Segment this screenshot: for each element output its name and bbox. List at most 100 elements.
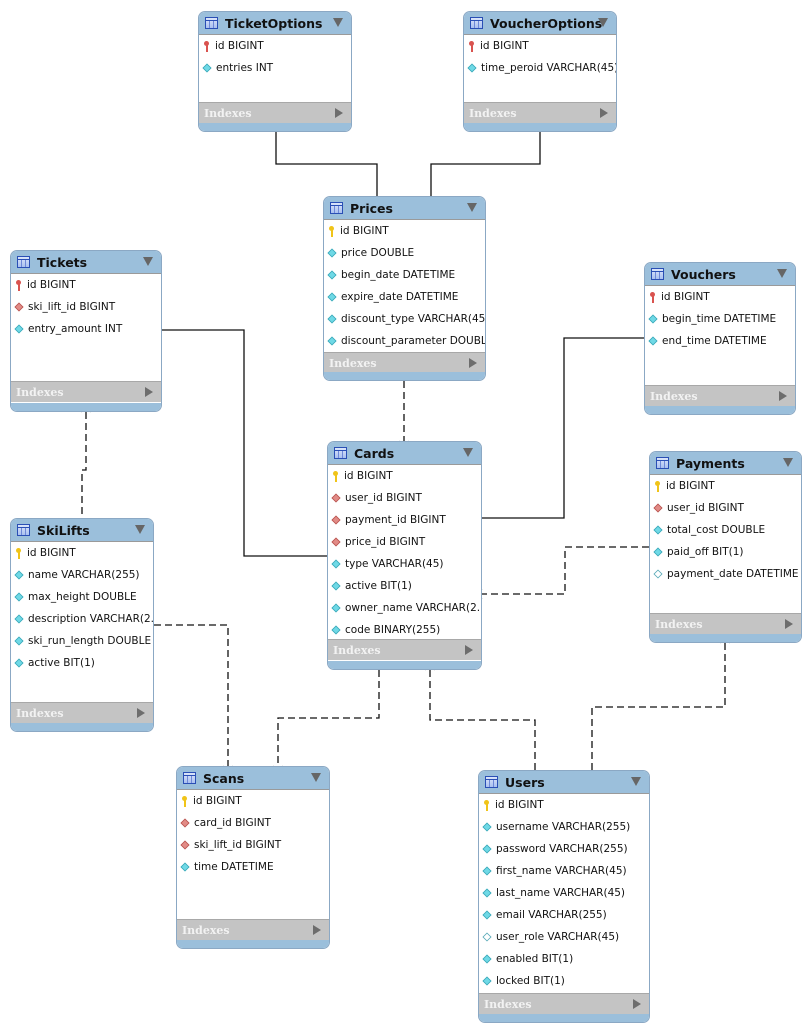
column-row[interactable]: code BINARY(255) bbox=[328, 619, 481, 641]
table-tickets[interactable]: Tickets id BIGINT ski_lift_id BIGINT entry_… bbox=[10, 250, 162, 412]
collapse-caret-icon[interactable] bbox=[311, 773, 321, 782]
indexes-section[interactable]: Indexes bbox=[11, 702, 153, 723]
column-row[interactable]: owner_name VARCHAR(2... bbox=[328, 597, 481, 619]
column-row[interactable]: price DOUBLE bbox=[324, 242, 485, 264]
expand-arrow-icon[interactable] bbox=[335, 108, 343, 118]
table-payments[interactable]: Payments id BIGINT user_id BIGINT total_cos… bbox=[649, 451, 802, 643]
relationship-skilifts-tickets[interactable] bbox=[81, 412, 87, 518]
column-row[interactable]: discount_parameter DOUBLE bbox=[324, 330, 485, 352]
column-row[interactable]: user_id BIGINT bbox=[650, 497, 801, 519]
collapse-caret-icon[interactable] bbox=[135, 525, 145, 534]
collapse-caret-icon[interactable] bbox=[631, 777, 641, 786]
expand-arrow-icon[interactable] bbox=[145, 387, 153, 397]
table-header[interactable]: SkiLifts bbox=[11, 519, 153, 542]
expand-arrow-icon[interactable] bbox=[600, 108, 608, 118]
table-scans[interactable]: Scans id BIGINT card_id BIGINT ski_lift_id … bbox=[176, 766, 330, 949]
column-row[interactable]: user_role VARCHAR(45) bbox=[479, 926, 649, 948]
column-row[interactable]: price_id BIGINT bbox=[328, 531, 481, 553]
table-voucheroptions[interactable]: VoucherOptions id BIGINT time_peroid VARCH… bbox=[463, 11, 617, 132]
column-row[interactable]: paid_off BIT(1) bbox=[650, 541, 801, 563]
column-row[interactable]: active BIT(1) bbox=[328, 575, 481, 597]
column-row[interactable]: id BIGINT bbox=[479, 794, 649, 816]
column-row[interactable]: enabled BIT(1) bbox=[479, 948, 649, 970]
expand-arrow-icon[interactable] bbox=[779, 391, 787, 401]
column-row[interactable]: id BIGINT bbox=[464, 35, 616, 57]
collapse-caret-icon[interactable] bbox=[143, 257, 153, 266]
column-row[interactable]: id BIGINT bbox=[328, 465, 481, 487]
indexes-section[interactable]: Indexes bbox=[464, 102, 616, 123]
column-row[interactable]: discount_type VARCHAR(45) bbox=[324, 308, 485, 330]
table-header[interactable]: VoucherOptions bbox=[464, 12, 616, 35]
column-row[interactable]: id BIGINT bbox=[650, 475, 801, 497]
table-header[interactable]: Vouchers bbox=[645, 263, 795, 286]
column-row[interactable]: begin_date DATETIME bbox=[324, 264, 485, 286]
collapse-caret-icon[interactable] bbox=[467, 203, 477, 212]
column-row[interactable]: time_peroid VARCHAR(45) bbox=[464, 57, 616, 79]
expand-arrow-icon[interactable] bbox=[469, 358, 477, 368]
collapse-caret-icon[interactable] bbox=[783, 458, 793, 467]
relationship-payments-cards[interactable] bbox=[482, 546, 649, 595]
indexes-section[interactable]: Indexes bbox=[11, 381, 161, 402]
indexes-section[interactable]: Indexes bbox=[199, 102, 351, 123]
relationship-vouchers-cards[interactable] bbox=[482, 337, 644, 519]
table-header[interactable]: Cards bbox=[328, 442, 481, 465]
column-row[interactable]: id BIGINT bbox=[199, 35, 351, 57]
expand-arrow-icon[interactable] bbox=[785, 619, 793, 629]
column-row[interactable]: username VARCHAR(255) bbox=[479, 816, 649, 838]
relationship-users-cards[interactable] bbox=[429, 670, 536, 770]
column-row[interactable]: type VARCHAR(45) bbox=[328, 553, 481, 575]
column-row[interactable]: max_height DOUBLE bbox=[11, 586, 153, 608]
column-row[interactable]: last_name VARCHAR(45) bbox=[479, 882, 649, 904]
table-vouchers[interactable]: Vouchers id BIGINT begin_time DATETIME end_… bbox=[644, 262, 796, 415]
expand-arrow-icon[interactable] bbox=[465, 645, 473, 655]
column-row[interactable]: total_cost DOUBLE bbox=[650, 519, 801, 541]
expand-arrow-icon[interactable] bbox=[313, 925, 321, 935]
column-row[interactable]: email VARCHAR(255) bbox=[479, 904, 649, 926]
column-row[interactable]: active BIT(1) bbox=[11, 652, 153, 674]
table-skilifts[interactable]: SkiLifts id BIGINT name VARCHAR(255) max_he… bbox=[10, 518, 154, 732]
column-row[interactable]: name VARCHAR(255) bbox=[11, 564, 153, 586]
indexes-section[interactable]: Indexes bbox=[328, 639, 481, 660]
column-row[interactable]: ski_lift_id BIGINT bbox=[177, 834, 329, 856]
column-row[interactable]: id BIGINT bbox=[11, 542, 153, 564]
table-ticketoptions[interactable]: TicketOptions id BIGINT entries INT Indexes bbox=[198, 11, 352, 132]
expand-arrow-icon[interactable] bbox=[633, 999, 641, 1009]
table-header[interactable]: TicketOptions bbox=[199, 12, 351, 35]
indexes-section[interactable]: Indexes bbox=[177, 919, 329, 940]
column-row[interactable]: ski_run_length DOUBLE bbox=[11, 630, 153, 652]
table-users[interactable]: Users id BIGINT username VARCHAR(255) passw… bbox=[478, 770, 650, 1023]
column-row[interactable]: payment_date DATETIME bbox=[650, 563, 801, 585]
column-row[interactable]: payment_id BIGINT bbox=[328, 509, 481, 531]
column-row[interactable]: id BIGINT bbox=[11, 274, 161, 296]
column-row[interactable]: id BIGINT bbox=[645, 286, 795, 308]
column-row[interactable]: id BIGINT bbox=[324, 220, 485, 242]
indexes-section[interactable]: Indexes bbox=[479, 993, 649, 1014]
table-header[interactable]: Scans bbox=[177, 767, 329, 790]
relationship-cards-scans[interactable] bbox=[277, 670, 380, 766]
column-row[interactable]: locked BIT(1) bbox=[479, 970, 649, 992]
table-header[interactable]: Prices bbox=[324, 197, 485, 220]
column-row[interactable]: id BIGINT bbox=[177, 790, 329, 812]
collapse-caret-icon[interactable] bbox=[777, 269, 787, 278]
indexes-section[interactable]: Indexes bbox=[645, 385, 795, 406]
column-row[interactable]: card_id BIGINT bbox=[177, 812, 329, 834]
column-row[interactable]: expire_date DATETIME bbox=[324, 286, 485, 308]
relationship-users-payments[interactable] bbox=[591, 643, 726, 770]
indexes-section[interactable]: Indexes bbox=[650, 613, 801, 634]
column-row[interactable]: description VARCHAR(2... bbox=[11, 608, 153, 630]
relationship-tickets-cards[interactable] bbox=[162, 329, 327, 557]
column-row[interactable]: end_time DATETIME bbox=[645, 330, 795, 352]
collapse-caret-icon[interactable] bbox=[598, 18, 608, 27]
table-cards[interactable]: Cards id BIGINT user_id BIGINT payment_id B… bbox=[327, 441, 482, 670]
column-row[interactable]: begin_time DATETIME bbox=[645, 308, 795, 330]
column-row[interactable]: password VARCHAR(255) bbox=[479, 838, 649, 860]
collapse-caret-icon[interactable] bbox=[333, 18, 343, 27]
collapse-caret-icon[interactable] bbox=[463, 448, 473, 457]
table-header[interactable]: Users bbox=[479, 771, 649, 794]
expand-arrow-icon[interactable] bbox=[137, 708, 145, 718]
table-prices[interactable]: Prices id BIGINT price DOUBLE begin_date DA… bbox=[323, 196, 486, 381]
column-row[interactable]: entries INT bbox=[199, 57, 351, 79]
column-row[interactable]: user_id BIGINT bbox=[328, 487, 481, 509]
table-header[interactable]: Payments bbox=[650, 452, 801, 475]
column-row[interactable]: ski_lift_id BIGINT bbox=[11, 296, 161, 318]
